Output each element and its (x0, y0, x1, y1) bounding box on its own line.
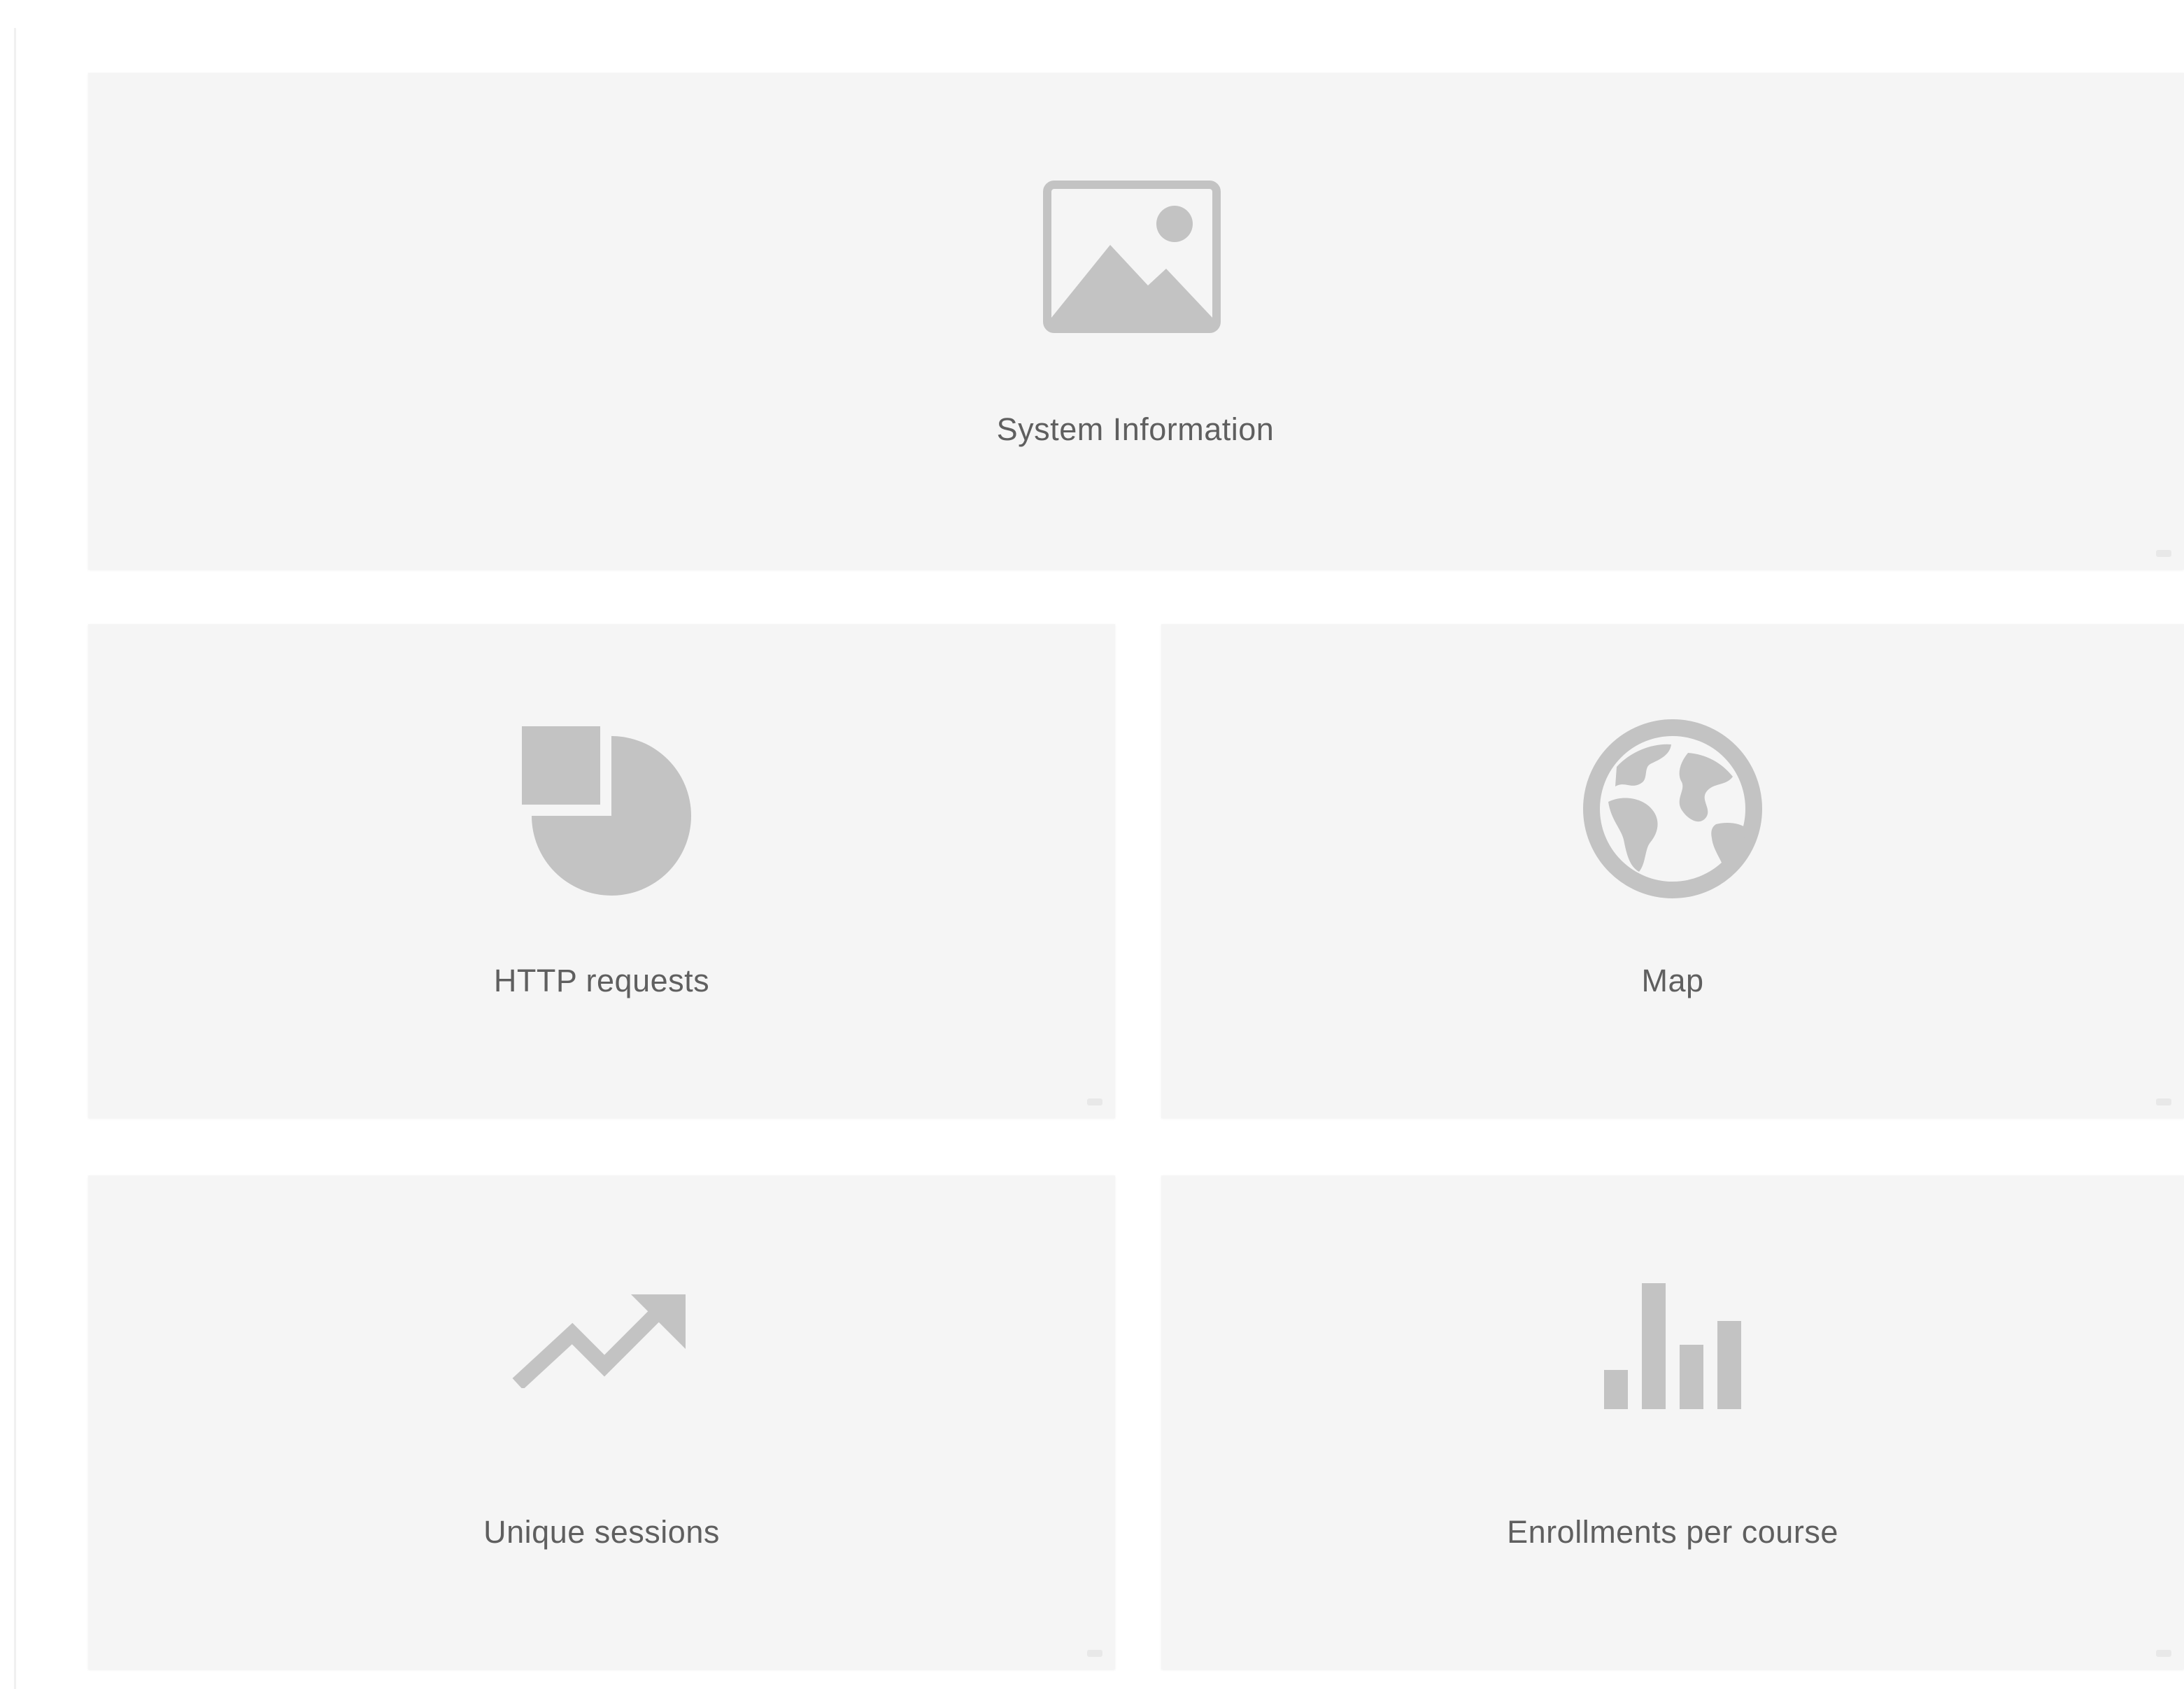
widget-title: Unique sessions (483, 1514, 720, 1550)
widget-title: System Information (996, 411, 1275, 447)
resize-handle[interactable] (1087, 1650, 1102, 1657)
resize-handle[interactable] (2156, 1098, 2171, 1105)
widget-title: HTTP requests (493, 963, 710, 998)
widget-system-information[interactable]: System Information (88, 73, 2184, 570)
bar-chart-icon (1603, 1282, 1743, 1414)
image-icon (1043, 181, 1221, 337)
trending-up-icon (512, 1287, 691, 1392)
resize-handle[interactable] (1087, 1098, 1102, 1105)
left-divider (14, 28, 16, 1689)
pie-chart-icon (512, 719, 691, 902)
widget-title: Enrollments per course (1507, 1514, 1838, 1550)
widget-http-requests[interactable]: HTTP requests (88, 624, 1115, 1118)
resize-handle[interactable] (2156, 1650, 2171, 1657)
dashboard: System Information HTTP requests Map Uni… (0, 0, 2184, 1689)
widget-title: Map (1641, 963, 1704, 998)
resize-handle[interactable] (2156, 550, 2171, 557)
widget-map[interactable]: Map (1161, 624, 2184, 1118)
widget-enrollments-per-course[interactable]: Enrollments per course (1161, 1175, 2184, 1669)
globe-icon (1583, 719, 1762, 902)
widget-unique-sessions[interactable]: Unique sessions (88, 1175, 1115, 1669)
